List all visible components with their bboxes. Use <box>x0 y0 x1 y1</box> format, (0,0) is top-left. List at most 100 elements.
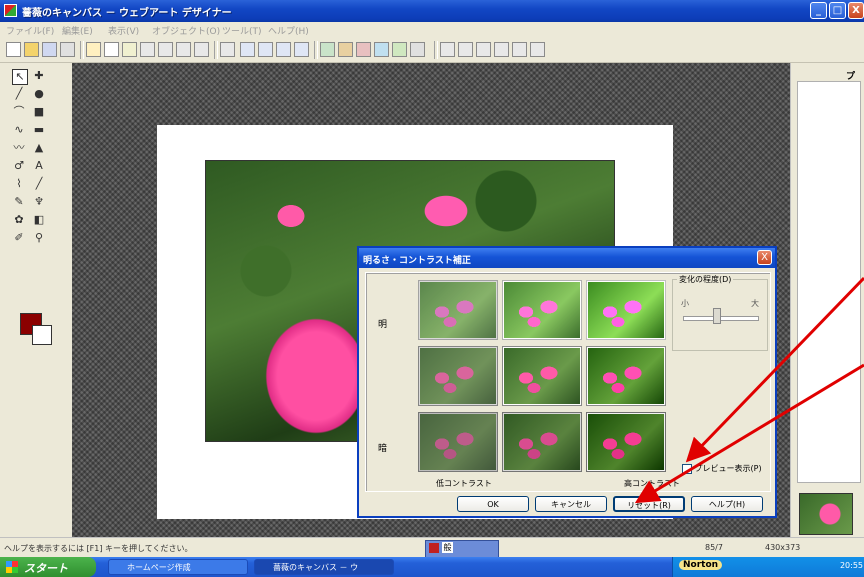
preview-dark-low[interactable] <box>419 413 497 471</box>
export-icon[interactable] <box>410 42 425 57</box>
pointer-tool-icon[interactable]: ↖ <box>12 69 28 85</box>
text-icon[interactable] <box>158 42 173 57</box>
undo-icon[interactable] <box>176 42 191 57</box>
tool-panel: ↖ ✚ ╱ ● ⌒ ■ ∿ ▬ 〰 ▲ ♂ A ⌇ ╱ ✎ ♆ ✿ ◧ ✐ ⚲ <box>0 63 73 537</box>
help-button[interactable]: ヘルプ(H) <box>691 496 763 512</box>
redo-icon[interactable] <box>194 42 209 57</box>
taskbar-item-active[interactable]: 薔薇のキャンバス － ウ <box>254 559 394 575</box>
menu-view[interactable]: 表示(V) <box>108 24 139 37</box>
background-color-swatch[interactable] <box>32 325 52 345</box>
ime-mode-icon[interactable]: 般 <box>442 542 453 553</box>
group-icon[interactable] <box>476 42 491 57</box>
preview-bright-low[interactable] <box>419 281 497 339</box>
select-icon[interactable] <box>220 42 235 57</box>
type-tool-icon[interactable]: A <box>32 159 46 173</box>
norton-icon[interactable]: Norton <box>679 560 723 570</box>
status-text: ヘルプを表示するには [F1] キーを押してください。 <box>4 544 193 553</box>
rounded-rect-tool-icon[interactable]: ▬ <box>32 123 46 137</box>
ok-button[interactable]: OK <box>457 496 529 512</box>
preview-bright-high[interactable] <box>587 281 665 339</box>
format-painter-icon[interactable] <box>140 42 155 57</box>
polyline-tool-icon[interactable]: ⌒ <box>12 105 26 119</box>
toolbar <box>0 38 864 63</box>
canvas-thumbnail[interactable] <box>799 493 853 535</box>
brush-tool-icon[interactable]: ⌇ <box>12 177 26 191</box>
toolbar-separator <box>214 41 218 59</box>
layout-icon[interactable] <box>258 42 273 57</box>
menu-file[interactable]: ファイル(F) <box>6 24 54 37</box>
ime-icon[interactable] <box>429 543 439 553</box>
dialog-title-bar[interactable]: 明るさ・コントラスト補正 X <box>359 248 775 268</box>
preview-mid-low[interactable] <box>419 347 497 405</box>
eraser-tool-icon[interactable]: ◧ <box>32 213 46 227</box>
align-icon[interactable] <box>440 42 455 57</box>
zoom-tool-icon[interactable]: ⚲ <box>32 231 46 245</box>
cancel-button[interactable]: キャンセル <box>535 496 607 512</box>
pen-tool-icon[interactable]: ╱ <box>32 177 46 191</box>
title-bar[interactable]: 薔薇のキャンバス － ウェブアート デザイナー _ □ X <box>0 0 864 22</box>
taskbar-item[interactable]: ホームページ作成 <box>108 559 248 575</box>
toolbar-separator <box>434 41 438 59</box>
rectangle-tool-icon[interactable]: ■ <box>32 105 46 119</box>
preview-dark-mid[interactable] <box>503 413 581 471</box>
menu-edit[interactable]: 編集(E) <box>62 24 93 37</box>
open-icon[interactable] <box>24 42 39 57</box>
change-amount-group: 変化の程度(D) 小 大 <box>672 274 768 351</box>
ime-bar[interactable]: 般 <box>425 540 499 558</box>
line-tool-icon[interactable]: ╱ <box>12 87 26 101</box>
layout-icon[interactable] <box>294 42 309 57</box>
fill-tool-icon[interactable]: ♆ <box>32 195 46 209</box>
change-amount-slider[interactable] <box>683 316 759 321</box>
toolbar-separator <box>80 41 84 59</box>
fit-icon[interactable] <box>530 42 545 57</box>
start-button[interactable]: スタート <box>0 557 96 577</box>
color-icon[interactable] <box>374 42 389 57</box>
preview-checkbox[interactable]: プレビュー表示(P) <box>682 463 762 474</box>
pencil-tool-icon[interactable]: ✎ <box>12 195 26 209</box>
change-amount-label: 変化の程度(D) <box>677 274 734 285</box>
app-icon <box>4 4 17 17</box>
menu-object[interactable]: オブジェクト(O) <box>152 24 220 37</box>
preview-bright-mid[interactable] <box>503 281 581 339</box>
brightness-contrast-dialog: 明るさ・コントラスト補正 X 明 暗 低コントラスト 高コントラスト 変化の程度… <box>357 246 777 518</box>
windows-logo-icon <box>6 561 18 573</box>
dialog-close-button[interactable]: X <box>757 250 772 265</box>
menu-tools[interactable]: ツール(T) <box>222 24 262 37</box>
panel-list[interactable] <box>797 81 861 483</box>
reset-button[interactable]: リセット(R) <box>613 496 685 512</box>
table-icon[interactable] <box>494 42 509 57</box>
print-icon[interactable] <box>60 42 75 57</box>
menu-help[interactable]: ヘルプ(H) <box>268 24 309 37</box>
close-button[interactable]: X <box>848 2 864 19</box>
polygon-tool-icon[interactable]: ▲ <box>32 141 46 155</box>
paint-icon[interactable] <box>338 42 353 57</box>
eyedropper-tool-icon[interactable]: ✐ <box>12 231 26 245</box>
image-icon[interactable] <box>320 42 335 57</box>
save-icon[interactable] <box>42 42 57 57</box>
cut-icon[interactable] <box>86 42 101 57</box>
lasso-tool-icon[interactable]: ♂ <box>12 159 26 173</box>
copy-icon[interactable] <box>104 42 119 57</box>
frame-icon[interactable] <box>392 42 407 57</box>
menu-bar: ファイル(F) 編集(E) 表示(V) オブジェクト(O) ツール(T) ヘルプ… <box>0 22 864 38</box>
high-contrast-label: 高コントラスト <box>624 479 680 488</box>
ellipse-tool-icon[interactable]: ● <box>32 87 46 101</box>
new-icon[interactable] <box>6 42 21 57</box>
freehand-tool-icon[interactable]: 〰 <box>12 141 26 155</box>
curve-tool-icon[interactable]: ∿ <box>12 123 26 137</box>
zoom-icon[interactable] <box>512 42 527 57</box>
preview-mid-high[interactable] <box>587 347 665 405</box>
layout-icon[interactable] <box>276 42 291 57</box>
checkbox-icon[interactable] <box>682 463 692 474</box>
minimize-button[interactable]: _ <box>810 2 827 19</box>
preview-dark-high[interactable] <box>587 413 665 471</box>
effect-icon[interactable] <box>356 42 371 57</box>
distribute-icon[interactable] <box>458 42 473 57</box>
maximize-button[interactable]: □ <box>829 2 846 19</box>
paste-icon[interactable] <box>122 42 137 57</box>
preview-mid-mid[interactable] <box>503 347 581 405</box>
layout-icon[interactable] <box>240 42 255 57</box>
text-tool-icon[interactable]: ✚ <box>32 69 46 83</box>
slider-thumb[interactable] <box>713 308 721 324</box>
stamp-tool-icon[interactable]: ✿ <box>12 213 26 227</box>
